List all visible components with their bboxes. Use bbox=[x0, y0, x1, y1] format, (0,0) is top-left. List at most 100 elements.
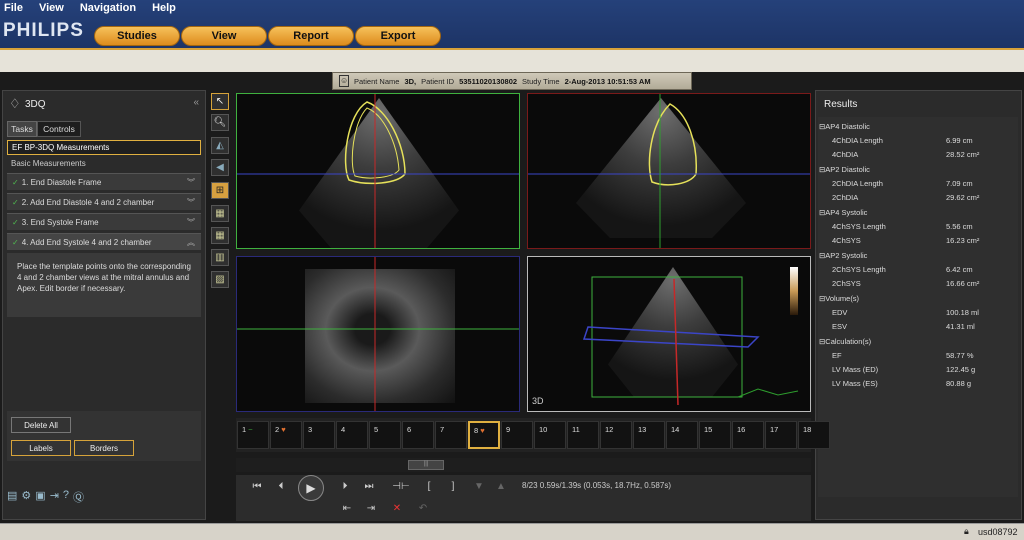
menu-navigation[interactable]: Navigation bbox=[80, 2, 136, 14]
settings-icon[interactable]: ⚙ bbox=[21, 489, 31, 505]
bracket-right-icon[interactable]: ] bbox=[444, 478, 462, 494]
results-group[interactable]: ⊟AP4 Diastolic bbox=[819, 122, 870, 131]
q-logo-icon[interactable]: Ⓠ bbox=[73, 489, 84, 505]
frame-thumb[interactable]: 12 bbox=[600, 421, 632, 449]
frame-number: 11 bbox=[572, 425, 580, 434]
workflow-title[interactable]: EF BP-3DQ Measurements bbox=[7, 140, 201, 155]
bracket-left-icon[interactable]: [ bbox=[420, 478, 438, 494]
save-icon[interactable]: ▣ bbox=[35, 489, 45, 505]
results-group[interactable]: ⊟Volume(s) bbox=[819, 294, 859, 303]
step-1[interactable]: ✓ 1. End Diastole Frame ︾ bbox=[7, 173, 201, 190]
results-group[interactable]: ⊟AP2 Systolic bbox=[819, 251, 867, 260]
first-frame-icon[interactable]: ⏮ bbox=[248, 478, 266, 494]
collapse-icon[interactable]: « bbox=[193, 97, 199, 108]
layout-dual-icon[interactable]: ▨ bbox=[211, 271, 229, 288]
chevron-down-icon[interactable]: ︾ bbox=[187, 197, 195, 208]
result-name: LV Mass (ED) bbox=[832, 365, 879, 374]
frame-number: 1 bbox=[242, 425, 247, 434]
viewport-3d[interactable]: 3D bbox=[527, 256, 811, 412]
frame-number: 10 bbox=[539, 425, 548, 434]
frame-thumb[interactable]: 8 ♥ bbox=[468, 421, 500, 449]
result-value: 16.66 cm² bbox=[946, 279, 980, 288]
result-value: 28.52 cm² bbox=[946, 150, 980, 159]
undo-icon[interactable]: ↶ bbox=[414, 500, 432, 516]
chevron-down-icon[interactable]: ︾ bbox=[187, 177, 195, 188]
rotate-tool-icon[interactable]: ◀ bbox=[211, 159, 229, 176]
viewport-2ch[interactable] bbox=[527, 93, 811, 249]
frame-thumb[interactable]: 13 bbox=[633, 421, 665, 449]
menu-help[interactable]: Help bbox=[152, 2, 176, 14]
color-scale-bar bbox=[790, 267, 798, 315]
next-frame-icon[interactable]: ⏵ bbox=[336, 478, 354, 494]
viewport-short-axis[interactable] bbox=[236, 256, 520, 412]
toolbar-strip bbox=[0, 50, 1024, 72]
menu-file[interactable]: File bbox=[4, 2, 23, 14]
studies-button[interactable]: Studies bbox=[94, 26, 180, 46]
tab-tasks[interactable]: Tasks bbox=[7, 121, 37, 137]
frame-number: 2 bbox=[275, 425, 280, 434]
chevron-down-icon[interactable]: ︾ bbox=[187, 217, 195, 228]
frame-thumb[interactable]: 18 bbox=[798, 421, 830, 449]
frame-thumb[interactable]: 7 bbox=[435, 421, 467, 449]
step-4[interactable]: ✓ 4. Add End Systole 4 and 2 chamber ︽ bbox=[7, 233, 201, 250]
frame-thumb[interactable]: 14 bbox=[666, 421, 698, 449]
frame-thumb[interactable]: 11 bbox=[567, 421, 599, 449]
layout-grid-icon[interactable]: ▦ bbox=[211, 205, 229, 222]
menu-view[interactable]: View bbox=[39, 2, 64, 14]
frame-thumb[interactable]: 10 bbox=[534, 421, 566, 449]
down-arrow-icon[interactable]: ▼ bbox=[470, 478, 488, 494]
frame-thumb[interactable]: 2 ♥ bbox=[270, 421, 302, 449]
frame-thumb[interactable]: 17 bbox=[765, 421, 797, 449]
frame-thumb[interactable]: 5 bbox=[369, 421, 401, 449]
report-button[interactable]: Report bbox=[268, 26, 354, 46]
panel-header: ♢ 3DQ « bbox=[3, 91, 205, 117]
scroll-thumb[interactable]: ||| bbox=[408, 460, 444, 470]
frame-thumb[interactable]: 3 bbox=[303, 421, 335, 449]
step-back-icon[interactable]: ⇤ bbox=[338, 500, 356, 516]
exit-icon[interactable]: ⇥ bbox=[50, 489, 59, 505]
list-icon[interactable]: ▤ bbox=[7, 489, 17, 505]
results-group[interactable]: ⊟AP2 Diastolic bbox=[819, 165, 870, 174]
contour-overlay bbox=[237, 94, 519, 248]
view-button[interactable]: View bbox=[181, 26, 267, 46]
frame-thumb[interactable]: 4 bbox=[336, 421, 368, 449]
help-icon[interactable]: ? bbox=[63, 489, 69, 505]
user-id: usd08792 bbox=[978, 527, 1018, 537]
up-arrow-icon[interactable]: ▲ bbox=[492, 478, 510, 494]
prev-frame-icon[interactable]: ⏴ bbox=[272, 478, 290, 494]
zoom-tool-icon[interactable]: 🔍︎ bbox=[211, 114, 229, 131]
pointer-tool-icon[interactable]: ↖ bbox=[211, 93, 229, 110]
labels-button[interactable]: Labels bbox=[11, 440, 71, 456]
frame-thumb[interactable]: 16 bbox=[732, 421, 764, 449]
viewport-4ch[interactable] bbox=[236, 93, 520, 249]
results-group[interactable]: ⊟AP4 Systolic bbox=[819, 208, 867, 217]
frame-thumb[interactable]: 15 bbox=[699, 421, 731, 449]
step-3[interactable]: ✓ 3. End Systole Frame ︾ bbox=[7, 213, 201, 230]
delete-all-button[interactable]: Delete All bbox=[11, 417, 71, 433]
layout-grid-icon[interactable]: ▦ bbox=[211, 227, 229, 244]
frame-thumb[interactable]: 6 bbox=[402, 421, 434, 449]
crosshair-overlay bbox=[237, 257, 519, 411]
result-row: ESV 41.31 ml bbox=[817, 322, 1017, 336]
layout-quad-icon[interactable]: ⊞ bbox=[211, 182, 229, 199]
layout-single-icon[interactable]: ▥ bbox=[211, 249, 229, 266]
brand-logo: PHILIPS bbox=[3, 20, 84, 41]
mark-frame-icon[interactable]: ⊣⊢ bbox=[392, 478, 410, 494]
export-button[interactable]: Export bbox=[355, 26, 441, 46]
frame-thumb[interactable]: 1 ~ bbox=[237, 421, 269, 449]
chevron-up-icon[interactable]: ︽ bbox=[187, 237, 195, 248]
slice-tool-icon[interactable]: ◭ bbox=[211, 137, 229, 154]
borders-button[interactable]: Borders bbox=[74, 440, 134, 456]
tab-controls[interactable]: Controls bbox=[37, 121, 81, 137]
step-2[interactable]: ✓ 2. Add End Diastole 4 and 2 chamber ︾ bbox=[7, 193, 201, 210]
menu-bar: File View Navigation Help bbox=[4, 2, 176, 14]
last-frame-icon[interactable]: ⏭ bbox=[360, 478, 378, 494]
step-forward-icon[interactable]: ⇥ bbox=[362, 500, 380, 516]
frame-thumb[interactable]: 9 bbox=[501, 421, 533, 449]
result-row: 2ChDIA Length 7.09 cm bbox=[817, 179, 1017, 193]
play-icon[interactable]: ▶ bbox=[298, 475, 324, 501]
delete-icon[interactable]: ✕ bbox=[388, 500, 406, 516]
frame-number: 8 bbox=[474, 426, 479, 435]
results-group[interactable]: ⊟Calculation(s) bbox=[819, 337, 871, 346]
result-name: 2ChDIA bbox=[832, 193, 859, 202]
